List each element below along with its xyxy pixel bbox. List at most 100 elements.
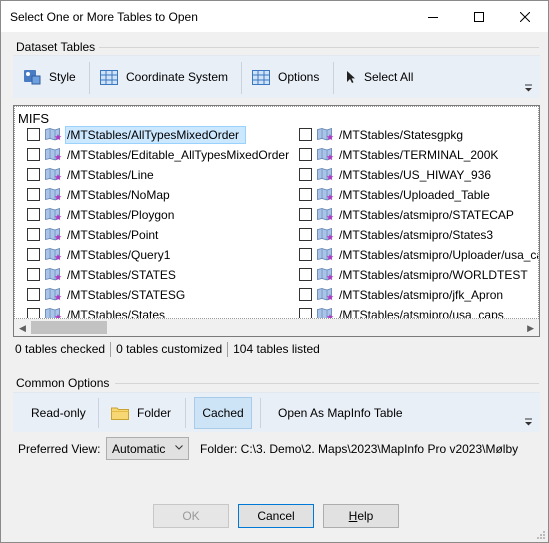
cached-button[interactable]: Cached [194, 397, 252, 429]
preferred-view-label: Preferred View: [18, 442, 101, 456]
table-name: /MTStables/atsmipro/WORLDTEST [339, 267, 528, 282]
list-group-heading: MIFS [18, 111, 50, 126]
tables-listbox[interactable]: MIFS /MTStables/AllTypesMixedOrder/MTSta… [13, 105, 540, 337]
table-name: /MTStables/US_HIWAY_936 [339, 167, 492, 182]
table-checkbox[interactable] [299, 168, 312, 181]
help-button[interactable]: Help [323, 504, 399, 528]
table-row[interactable]: /MTStables/Line [27, 165, 155, 184]
table-row[interactable]: /MTStables/US_HIWAY_936 [299, 165, 492, 184]
table-row[interactable]: /MTStables/atsmipro/Uploader/usa_ca [299, 245, 539, 264]
cached-label: Cached [202, 406, 244, 420]
table-name: /MTStables/STATES [67, 267, 176, 282]
table-row[interactable]: /MTStables/States [27, 305, 166, 318]
tables-checked-status: 0 tables checked [13, 341, 112, 357]
map-table-icon [317, 308, 335, 318]
read-only-button[interactable]: Read-only [31, 393, 86, 432]
table-checkbox[interactable] [299, 248, 312, 261]
folder-label: Folder [137, 405, 172, 420]
group-divider [99, 47, 539, 48]
table-checkbox[interactable] [27, 128, 40, 141]
map-table-icon [45, 268, 63, 281]
select-all-button[interactable]: Select All [346, 56, 413, 98]
group-divider [115, 383, 539, 384]
table-checkbox[interactable] [27, 288, 40, 301]
table-checkbox[interactable] [27, 268, 40, 281]
table-checkbox[interactable] [299, 188, 312, 201]
read-only-label: Read-only [31, 405, 86, 420]
table-name: /MTStables/TERMINAL_200K [339, 147, 499, 162]
table-row[interactable]: /MTStables/AllTypesMixedOrder [27, 125, 247, 144]
preferred-view-value: Automatic [112, 441, 166, 456]
map-table-icon [45, 168, 63, 181]
table-row[interactable]: /MTStables/Query1 [27, 245, 171, 264]
close-icon [520, 11, 530, 22]
scroll-thumb[interactable] [31, 321, 107, 334]
table-row[interactable]: /MTStables/atsmipro/States3 [299, 225, 494, 244]
table-checkbox[interactable] [27, 148, 40, 161]
scroll-right-icon[interactable]: ▶ [527, 323, 534, 334]
map-table-icon [45, 128, 63, 141]
table-checkbox[interactable] [299, 288, 312, 301]
table-row[interactable]: /MTStables/Uploaded_Table [299, 185, 491, 204]
help-label: Help [348, 509, 374, 523]
open-as-mapinfo-button[interactable]: Open As MapInfo Table [278, 393, 403, 432]
table-checkbox[interactable] [27, 308, 40, 318]
table-checkbox[interactable] [27, 208, 40, 221]
grid-icon [100, 69, 118, 85]
table-checkbox[interactable] [299, 268, 312, 281]
table-checkbox[interactable] [27, 248, 40, 261]
toolbar-separator [185, 398, 186, 428]
table-name: /MTStables/atsmipro/jfk_Apron [339, 287, 504, 302]
coordinate-system-button[interactable]: Coordinate System [100, 56, 228, 98]
table-name: /MTStables/STATESG [67, 287, 186, 302]
table-row[interactable]: /MTStables/Point [27, 225, 159, 244]
table-checkbox[interactable] [27, 228, 40, 241]
map-table-icon [317, 268, 335, 281]
scroll-left-icon[interactable]: ◀ [19, 323, 26, 334]
table-checkbox[interactable] [299, 148, 312, 161]
map-table-icon [45, 208, 63, 221]
table-checkbox[interactable] [299, 208, 312, 221]
ok-button[interactable]: OK [153, 504, 229, 528]
tables-customized-status: 0 tables customized [111, 341, 229, 357]
maximize-button[interactable] [456, 1, 502, 32]
dataset-toolbar: Style Coordinate System Options Select A… [13, 55, 540, 98]
minimize-icon [428, 16, 438, 18]
style-button[interactable]: Style [23, 56, 76, 98]
ok-label: OK [182, 509, 200, 523]
style-label: Style [49, 70, 76, 84]
maximize-icon [474, 11, 484, 22]
resize-grip-icon[interactable] [536, 530, 546, 540]
open-as-mapinfo-label: Open As MapInfo Table [278, 405, 403, 420]
table-row[interactable]: /MTStables/STATES [27, 265, 177, 284]
folder-button[interactable]: Folder [111, 393, 171, 432]
table-row[interactable]: /MTStables/Statesgpkg [299, 125, 464, 144]
table-name: /MTStables/Ploygon [67, 207, 175, 222]
table-row[interactable]: /MTStables/NoMap [27, 185, 171, 204]
table-name: /MTStables/atsmipro/Uploader/usa_ca [339, 247, 539, 262]
options-button[interactable]: Options [252, 56, 319, 98]
horizontal-scrollbar[interactable]: ◀ ▶ [14, 319, 539, 336]
cancel-button[interactable]: Cancel [238, 504, 314, 528]
table-row[interactable]: /MTStables/Ploygon [27, 205, 175, 224]
close-button[interactable] [502, 1, 548, 32]
table-row[interactable]: /MTStables/Editable_AllTypesMixedOrder [27, 145, 290, 164]
preferred-view-select[interactable]: Automatic [106, 437, 189, 460]
table-row[interactable]: /MTStables/atsmipro/WORLDTEST [299, 265, 529, 284]
table-row[interactable]: /MTStables/atsmipro/jfk_Apron [299, 285, 504, 304]
toolbar-overflow-icon[interactable] [525, 84, 532, 92]
table-checkbox[interactable] [299, 308, 312, 318]
toolbar-separator [241, 62, 242, 94]
toolbar-overflow-icon[interactable] [525, 418, 532, 426]
table-row[interactable]: /MTStables/STATESG [27, 285, 186, 304]
table-checkbox[interactable] [299, 228, 312, 241]
table-row[interactable]: /MTStables/TERMINAL_200K [299, 145, 499, 164]
table-row[interactable]: /MTStables/atsmipro/usa_caps [299, 305, 505, 318]
table-name: /MTStables/Editable_AllTypesMixedOrder [67, 147, 290, 162]
minimize-button[interactable] [410, 1, 456, 32]
toolbar-separator [260, 398, 261, 428]
table-row[interactable]: /MTStables/atsmipro/STATECAP [299, 205, 515, 224]
table-checkbox[interactable] [27, 188, 40, 201]
table-checkbox[interactable] [27, 168, 40, 181]
table-checkbox[interactable] [299, 128, 312, 141]
